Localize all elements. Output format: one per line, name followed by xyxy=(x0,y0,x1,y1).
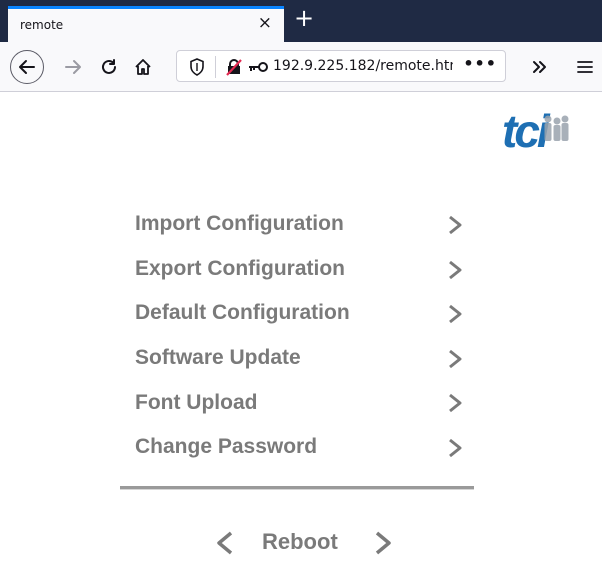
menu-item-label: Import Configuration xyxy=(135,212,344,236)
chevron-right-icon xyxy=(449,305,462,324)
reboot-control: Reboot xyxy=(214,525,394,561)
browser-tab[interactable]: remote × xyxy=(8,6,284,42)
reload-icon xyxy=(102,59,116,74)
app-menu-button[interactable] xyxy=(570,52,600,82)
reload-button[interactable] xyxy=(94,52,124,82)
page-actions-button[interactable]: ••• xyxy=(463,54,497,73)
menu-item-import-configuration[interactable]: Import Configuration xyxy=(135,202,475,247)
menu-item-label: Default Configuration xyxy=(135,301,350,325)
reboot-chevron-right-icon[interactable] xyxy=(372,529,394,557)
menu-item-label: Export Configuration xyxy=(135,256,345,280)
overflow-menu-button[interactable] xyxy=(524,52,554,82)
menu-item-font-upload[interactable]: Font Upload xyxy=(135,380,475,425)
chevron-right-icon xyxy=(449,260,462,279)
urlbar-separator xyxy=(215,56,216,78)
tci-logo-graphic: tci xyxy=(502,105,569,157)
settings-menu: Import Configuration Export Configuratio… xyxy=(135,202,475,470)
menu-item-change-password[interactable]: Change Password xyxy=(135,425,475,470)
back-button[interactable] xyxy=(10,50,44,84)
logo-people-figures xyxy=(544,115,569,141)
arrow-left-icon xyxy=(19,60,35,74)
reboot-chevron-left-icon[interactable] xyxy=(214,529,236,557)
tracking-shield-icon[interactable] xyxy=(189,58,205,76)
new-tab-button[interactable]: + xyxy=(294,4,314,32)
insecure-lock-icon[interactable] xyxy=(225,58,243,76)
double-chevron-right-icon xyxy=(533,61,546,73)
chevron-right-icon xyxy=(449,215,462,235)
section-divider xyxy=(120,486,474,490)
menu-item-default-configuration[interactable]: Default Configuration xyxy=(135,291,475,336)
chevron-right-icon xyxy=(449,438,462,458)
menu-item-software-update[interactable]: Software Update xyxy=(135,336,475,381)
hamburger-menu-icon xyxy=(577,61,593,73)
menu-item-label: Font Upload xyxy=(135,390,258,414)
tci-logo: tci xyxy=(502,105,582,157)
address-bar[interactable]: 192.9.225.182/remote.htm ••• xyxy=(176,50,506,82)
url-text[interactable]: 192.9.225.182/remote.htm xyxy=(273,58,453,74)
home-button[interactable] xyxy=(128,52,158,82)
key-icon[interactable] xyxy=(247,58,269,76)
url-path: /remote.htm xyxy=(375,58,453,74)
home-icon xyxy=(135,59,151,75)
forward-button[interactable] xyxy=(58,52,88,82)
chevron-right-icon xyxy=(449,349,462,368)
navigation-toolbar: 192.9.225.182/remote.htm ••• xyxy=(0,42,602,92)
menu-item-label: Software Update xyxy=(135,346,301,370)
chevron-right-icon xyxy=(449,394,462,413)
reboot-label[interactable]: Reboot xyxy=(262,529,338,555)
menu-item-export-configuration[interactable]: Export Configuration xyxy=(135,247,475,292)
tab-close-icon[interactable]: × xyxy=(258,13,272,33)
arrow-right-icon xyxy=(65,60,81,74)
tab-strip: remote × + xyxy=(0,0,602,42)
tab-title: remote xyxy=(20,18,64,32)
menu-item-label: Change Password xyxy=(135,435,318,459)
logo-text: tci xyxy=(502,107,551,155)
url-host: 192.9.225.182 xyxy=(273,58,376,74)
